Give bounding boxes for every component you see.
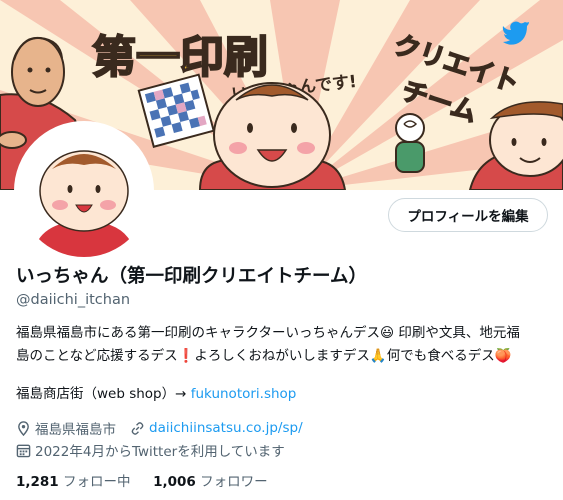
avatar[interactable]: [14, 121, 154, 261]
profile-meta-row: 福島県福島市 daiichiinsatsu.co.jp/sp/: [16, 418, 303, 438]
followers-count: 1,006: [153, 474, 196, 490]
follow-stats: 1,281 フォロー中 1,006 フォロワー: [16, 470, 268, 490]
toy-illustration: [395, 113, 425, 173]
bio-line: 島のことなど応援するデス❗️よろしくおねがいしますデス🙏何でも食べるデス🍑: [16, 348, 512, 364]
shop-line: 福島商店街（web shop）→ fukunotori.shop: [16, 382, 296, 402]
shop-link[interactable]: fukunotori.shop: [191, 386, 297, 402]
following-label: フォロー中: [63, 474, 131, 490]
profile-meta-row: 2022年4月からTwitterを利用しています: [16, 440, 285, 460]
profile-bio: 福島県福島市にある第一印刷のキャラクターいっちゃんデス😃 印刷や文具、地元福 島…: [16, 322, 548, 368]
joined-date: 2022年4月からTwitterを利用しています: [35, 444, 285, 460]
shop-label: 福島商店街（web shop）→: [16, 386, 191, 402]
bio-line: 福島県福島市にある第一印刷のキャラクターいっちゃんデス😃 印刷や文具、地元福: [16, 325, 520, 341]
followers-link[interactable]: 1,006 フォロワー: [153, 474, 268, 490]
svg-text:第一印刷: 第一印刷: [92, 32, 268, 83]
location-text: 福島県福島市: [35, 422, 116, 438]
link-icon: [130, 421, 145, 436]
calendar-icon: [16, 443, 31, 458]
followers-label: フォロワー: [200, 474, 268, 490]
edit-profile-button[interactable]: プロフィールを編集: [388, 198, 548, 232]
location-pin-icon: [16, 420, 31, 436]
website-link[interactable]: daiichiinsatsu.co.jp/sp/: [149, 420, 303, 436]
user-handle: @daiichi_itchan: [16, 292, 131, 308]
following-link[interactable]: 1,281 フォロー中: [16, 474, 131, 490]
display-name: いっちゃん（第一印刷クリエイトチーム）: [16, 266, 367, 287]
following-count: 1,281: [16, 474, 59, 490]
